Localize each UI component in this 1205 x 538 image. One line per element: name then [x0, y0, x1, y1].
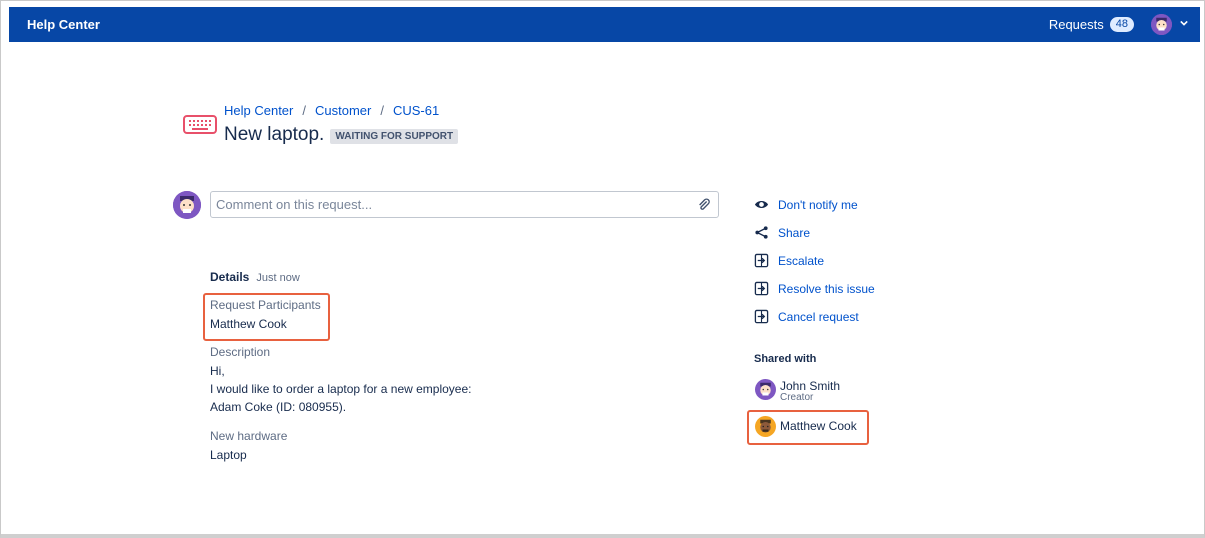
paperclip-icon[interactable]: [697, 198, 711, 212]
action-label: Cancel request: [778, 309, 859, 324]
requests-label: Requests: [1048, 17, 1104, 32]
user-face-icon: [173, 191, 201, 219]
user-face-icon: [755, 416, 776, 437]
field-value-request-participants: Matthew Cook: [210, 315, 287, 333]
field-value-new-hardware: Laptop: [210, 446, 247, 464]
avatar: [755, 379, 776, 400]
requests-link[interactable]: Requests 48: [1049, 17, 1134, 32]
page-title: New laptop.: [224, 124, 325, 145]
shared-with-heading: Shared with: [754, 353, 817, 365]
escalate-link[interactable]: Escalate: [754, 253, 824, 268]
breadcrumb-customer[interactable]: Customer: [315, 103, 371, 118]
user-face-icon: [755, 379, 776, 400]
action-label: Escalate: [778, 253, 825, 268]
share-link[interactable]: Share: [754, 225, 810, 240]
participant-name: Matthew Cook: [210, 317, 287, 331]
breadcrumb-separator: /: [302, 103, 306, 118]
field-label-new-hardware: New hardware: [210, 429, 288, 443]
request-title-row: New laptop. WAITING FOR SUPPORT: [224, 124, 459, 146]
shared-person-john-smith: John Smith Creator: [755, 379, 840, 403]
breadcrumb: Help Center / Customer / CUS-61: [224, 103, 439, 118]
keyboard-request-type-icon: [183, 115, 217, 134]
requests-count-badge: 48: [1109, 17, 1134, 32]
help-center-logo-link[interactable]: Help Center: [27, 17, 100, 32]
breadcrumb-help-center[interactable]: Help Center: [224, 103, 293, 118]
user-face-icon: [1151, 14, 1172, 35]
breadcrumb-issue-key[interactable]: CUS-61: [393, 103, 439, 118]
field-label-request-participants: Request Participants: [210, 298, 321, 312]
person-name: John Smith: [780, 379, 841, 393]
commenter-avatar: [173, 191, 201, 219]
chevron-down-icon[interactable]: [1180, 19, 1188, 27]
transition-icon: [754, 253, 769, 268]
top-navigation-bar: Help Center Requests 48: [9, 7, 1200, 42]
description-line: I would like to order a laptop for a new…: [210, 382, 472, 396]
person-name: Matthew Cook: [780, 419, 857, 433]
hardware-value: Laptop: [210, 448, 247, 462]
share-icon: [755, 226, 768, 239]
description-line: Adam Coke (ID: 080955).: [210, 400, 347, 414]
details-label: Details: [210, 270, 250, 284]
app-frame: Help Center Requests 48 Help Center / Cu…: [0, 0, 1205, 538]
description-line: Hi,: [210, 364, 225, 378]
comment-box: [210, 191, 719, 218]
user-avatar[interactable]: [1151, 14, 1172, 35]
shared-person-matthew-cook: Matthew Cook: [755, 416, 857, 437]
field-label-description: Description: [210, 345, 271, 359]
transition-icon: [754, 281, 769, 296]
avatar: [755, 416, 776, 437]
resolve-issue-link[interactable]: Resolve this issue: [754, 281, 875, 296]
action-label: Resolve this issue: [778, 281, 875, 296]
breadcrumb-separator: /: [380, 103, 384, 118]
cancel-request-link[interactable]: Cancel request: [754, 309, 859, 324]
eye-icon: [754, 200, 769, 209]
dont-notify-me-link[interactable]: Don't notify me: [754, 197, 858, 212]
status-badge: WAITING FOR SUPPORT: [330, 128, 459, 144]
details-timestamp: Just now: [256, 272, 300, 284]
person-role: Creator: [780, 392, 814, 403]
comment-input[interactable]: [211, 192, 681, 217]
transition-icon: [754, 309, 769, 324]
action-label: Share: [778, 225, 811, 240]
details-header: Details Just now: [210, 270, 300, 284]
action-label: Don't notify me: [778, 197, 858, 212]
field-value-description: Hi, I would like to order a laptop for a…: [210, 362, 471, 416]
